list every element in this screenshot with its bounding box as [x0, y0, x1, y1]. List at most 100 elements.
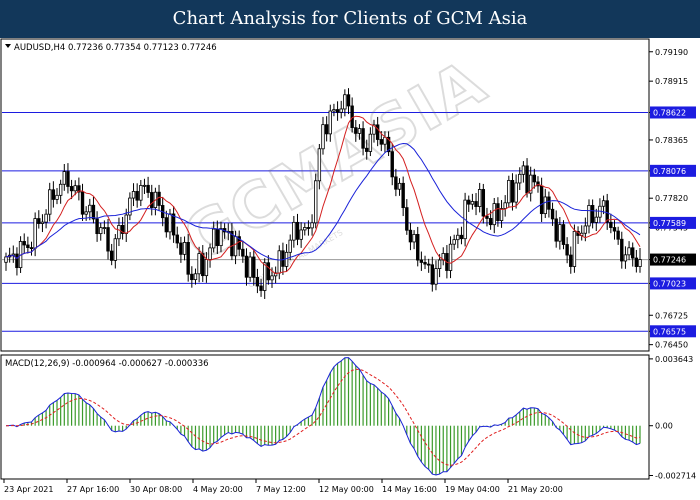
candle-body	[474, 201, 478, 207]
candle-body	[117, 225, 121, 240]
candle-body	[146, 184, 150, 193]
candle-body	[510, 179, 515, 203]
candle-body	[211, 228, 216, 249]
candle-body	[470, 201, 475, 205]
time-tick-label: 27 Apr 16:00	[67, 485, 119, 494]
candle-body	[514, 182, 518, 203]
candle-body	[179, 242, 183, 255]
candle-body	[135, 191, 139, 201]
candle-body	[69, 186, 74, 192]
candle-body	[368, 133, 373, 152]
candle-body	[150, 192, 154, 208]
price-header: AUDUSD,H4 0.77236 0.77354 0.77123 0.7724…	[14, 43, 217, 53]
candle-body	[452, 239, 456, 245]
candle-body	[317, 148, 322, 182]
candle-body	[62, 171, 66, 185]
candle-body	[328, 110, 332, 135]
candle-body	[102, 227, 107, 229]
candle-body	[631, 247, 635, 259]
candle-body	[518, 173, 522, 184]
price-tick-label: 0.78915	[655, 77, 688, 86]
candle-body	[281, 250, 285, 267]
candle-body	[303, 227, 307, 231]
candle-body	[80, 191, 85, 215]
candle-body	[594, 216, 598, 223]
candle-body	[175, 234, 179, 244]
candle-body	[139, 185, 143, 201]
price-tick-label: 0.76450	[655, 341, 688, 350]
candle-body	[343, 94, 347, 110]
candle-body	[142, 184, 147, 187]
candle-body	[310, 222, 314, 229]
candle-body	[314, 180, 318, 224]
candle-body	[357, 128, 362, 134]
candle-body	[361, 128, 365, 149]
candle-body	[405, 207, 409, 231]
candle-body	[507, 179, 511, 204]
candle-body	[204, 259, 209, 277]
macd-panel-frame	[0, 354, 650, 480]
candle-body	[375, 124, 380, 140]
candle-body	[383, 136, 387, 145]
candle-body	[164, 217, 169, 233]
price-chart[interactable]: GCMASIA GLOBAL CAPITAL MARKETS 0.791900.…	[0, 38, 700, 500]
candle-body	[88, 204, 92, 213]
candle-body	[113, 238, 118, 261]
candle-body	[550, 208, 555, 220]
candle-body	[91, 204, 96, 220]
candle-body	[157, 191, 161, 206]
candle-body	[255, 277, 260, 287]
candle-body	[201, 253, 205, 277]
candle-body	[572, 230, 577, 267]
level-tag-label: 0.78076	[653, 167, 686, 176]
candle-body	[601, 200, 606, 207]
candle-body	[467, 199, 471, 205]
candle-body	[288, 239, 292, 253]
candle-body	[324, 124, 329, 135]
candle-body	[22, 241, 26, 246]
candle-body	[292, 221, 296, 241]
candle-body	[124, 214, 128, 234]
candle-body	[266, 262, 271, 281]
candle-body	[401, 182, 405, 209]
candle-body	[416, 234, 420, 261]
candle-body	[48, 189, 52, 215]
candle-body	[15, 253, 19, 269]
candle-body	[37, 218, 41, 224]
candle-body	[259, 285, 263, 291]
candle-body	[26, 244, 30, 249]
candle-body	[569, 254, 573, 267]
candle-body	[554, 218, 558, 242]
candle-body	[423, 262, 427, 265]
candle-body	[66, 171, 70, 187]
price-tick-label: 0.79190	[655, 48, 688, 57]
candle-body	[277, 250, 281, 274]
candle-body	[503, 202, 507, 209]
candle-body	[219, 228, 223, 247]
candle-body	[186, 241, 190, 275]
candle-body	[525, 165, 529, 194]
candle-body	[190, 273, 194, 281]
candle-body	[394, 176, 398, 190]
candle-body	[638, 259, 642, 267]
candle-body	[131, 191, 136, 199]
candle-body	[397, 182, 402, 190]
candle-body	[634, 257, 639, 267]
candle-body	[208, 247, 212, 260]
candle-body	[565, 244, 569, 256]
level-tag-label: 0.77023	[653, 279, 686, 288]
candle-body	[252, 256, 256, 278]
candle-body	[612, 227, 617, 232]
candle-body	[306, 227, 311, 229]
macd-tick-label: 0.00	[655, 422, 673, 431]
candle-body	[58, 183, 63, 196]
candle-body	[263, 262, 267, 291]
time-tick-label: 19 May 04:00	[445, 485, 500, 494]
candle-body	[4, 256, 8, 263]
candle-body	[623, 254, 628, 262]
candle-body	[55, 194, 59, 200]
candle-body	[583, 225, 588, 234]
candle-body	[459, 234, 464, 240]
candle-body	[477, 189, 482, 207]
candle-body	[84, 211, 88, 215]
